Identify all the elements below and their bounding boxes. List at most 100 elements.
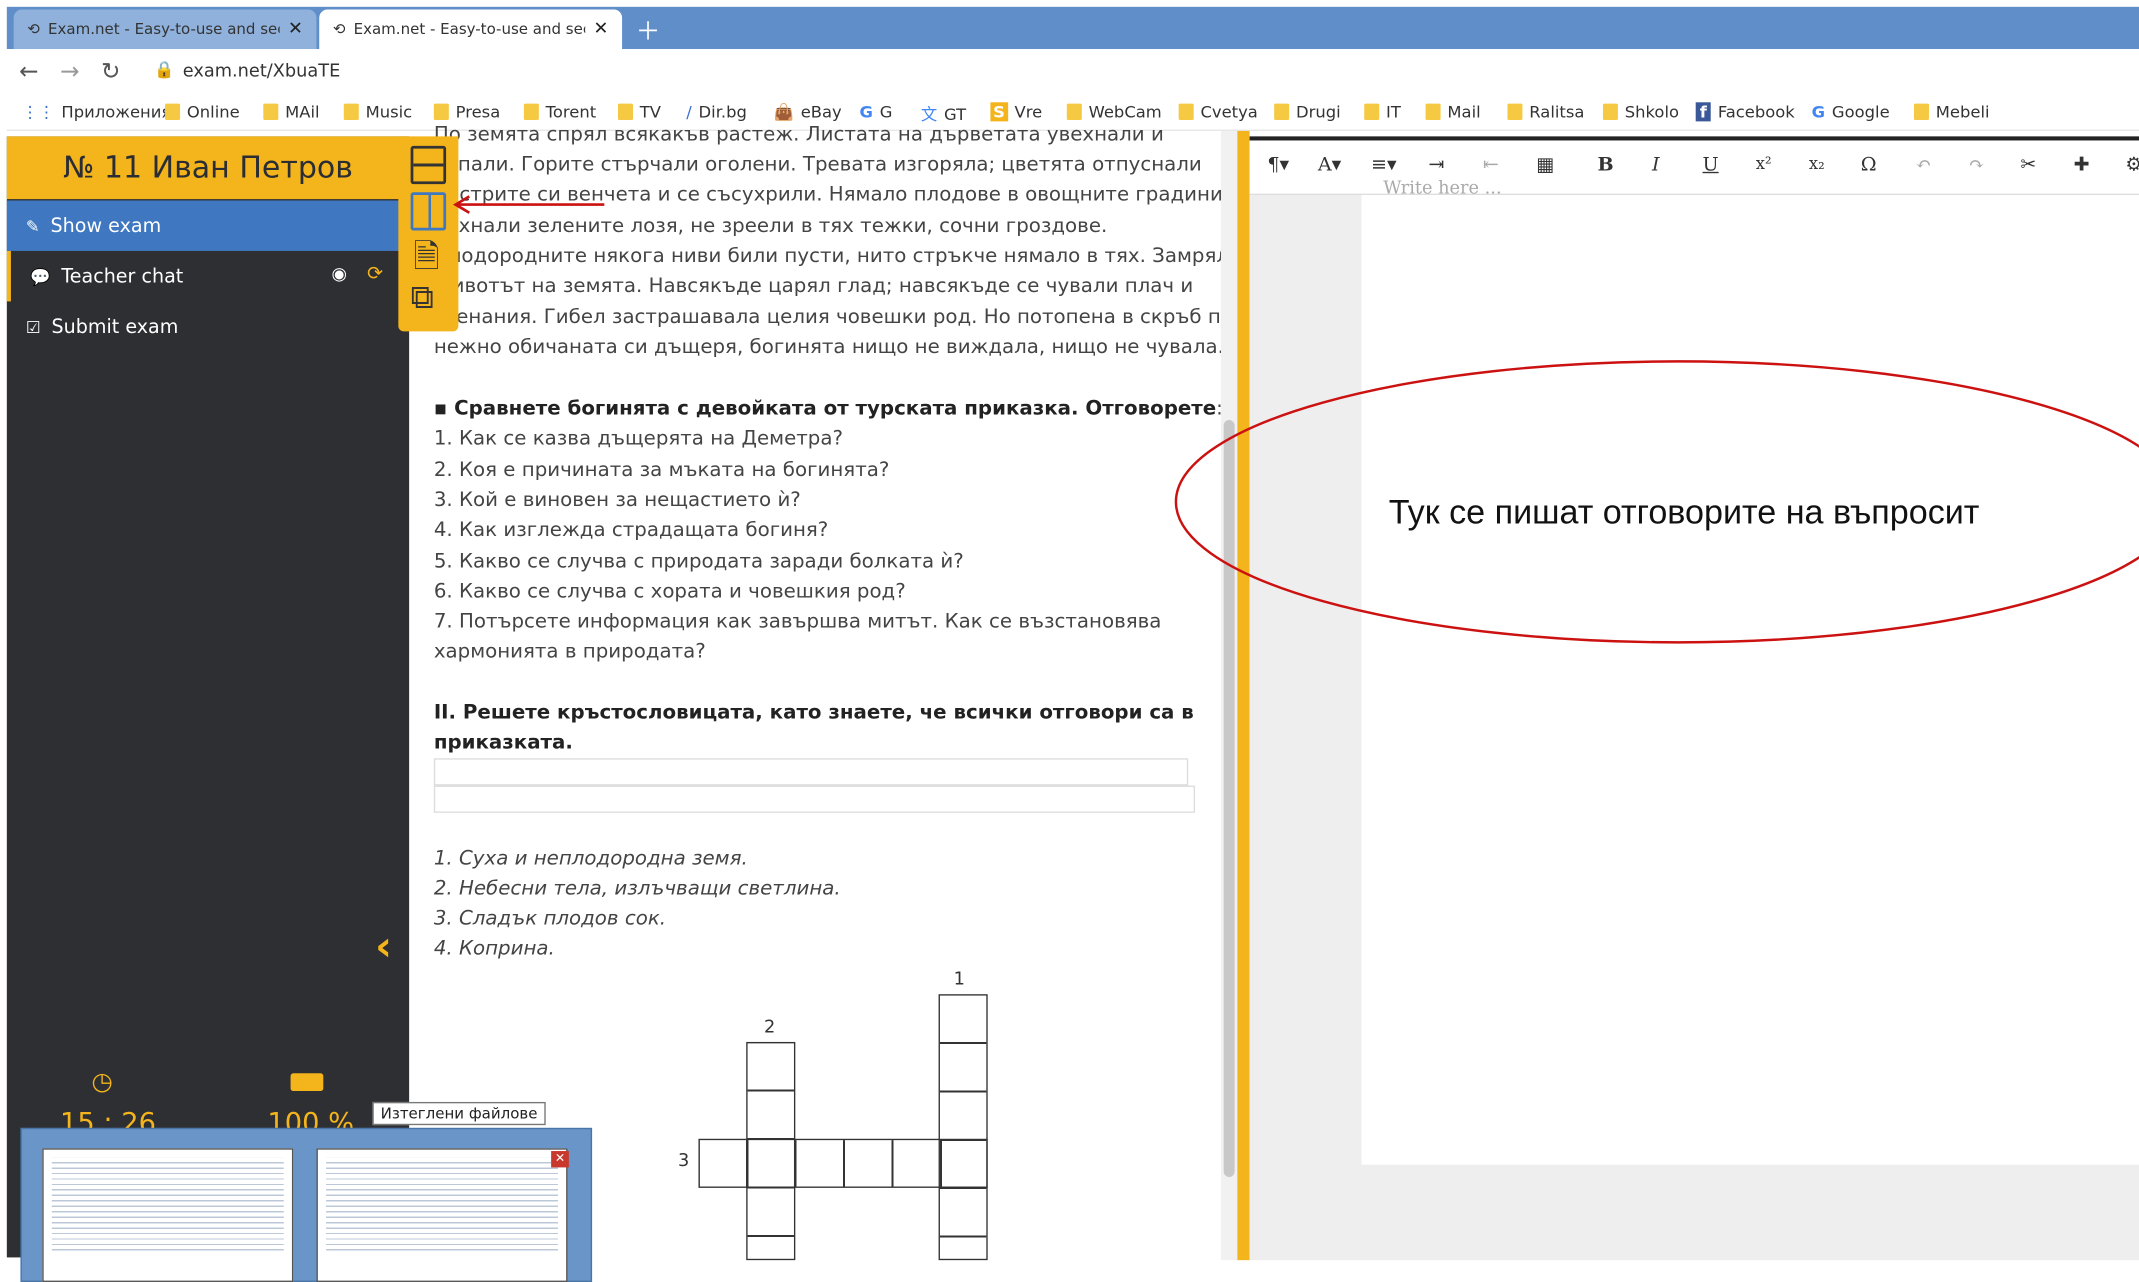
tab-1[interactable]: ⟲ Exam.net - Easy-to-use and secure ✕ [13, 9, 317, 50]
bookmark-item[interactable]: Drugi [1274, 102, 1341, 121]
align-icon[interactable]: ≡▾ [1371, 154, 1397, 176]
checkbox-icon: ☑ [25, 317, 41, 337]
puzzle-icon[interactable]: ✚ [2074, 154, 2090, 176]
question: 6. Какво се случва с хората и човешкия р… [433, 580, 906, 603]
reload-icon[interactable]: ↻ [101, 59, 120, 86]
undo-icon[interactable]: ↶ [1915, 154, 1931, 176]
bag-icon: 👜 [773, 102, 794, 122]
lock-icon: 🔒 [154, 60, 175, 80]
italic-icon[interactable]: I [1652, 154, 1660, 176]
copy-icon[interactable]: ⧉ [411, 278, 434, 316]
clue: 3. Сладък плодов сок. [433, 908, 667, 931]
crossword-label: 3 [678, 1151, 690, 1172]
folder-icon [1602, 103, 1618, 121]
teacher-chat-button[interactable]: 💬 Teacher chat [6, 250, 409, 302]
bookmark-item[interactable]: IT [1364, 102, 1401, 121]
folder-icon [1178, 103, 1194, 121]
bookmark-item[interactable]: Shkolo [1602, 102, 1679, 121]
clue: 1. Суха и неплодородна земя. [433, 848, 748, 871]
folder-icon [523, 103, 539, 121]
scissors-icon[interactable]: ✂ [2020, 154, 2036, 176]
bookmark-item[interactable]: G Google [1812, 102, 1890, 121]
folder-icon [1425, 103, 1441, 121]
folder-icon [433, 103, 449, 121]
apps-icon: ⋮⋮ [21, 102, 55, 122]
bookmark-item[interactable]: Mebeli [1913, 102, 1990, 121]
bold-icon[interactable]: B [1597, 154, 1613, 176]
clock-icon: ◷ [91, 1067, 113, 1097]
paragraph-format-icon[interactable]: ¶▾ [1267, 154, 1289, 176]
url-field[interactable]: exam.net/XbuaTE [183, 61, 341, 81]
close-icon[interactable]: ✕ [594, 19, 609, 39]
paragraph-line: По земята спрял всякакъв растеж. Листата… [433, 124, 1164, 146]
close-icon[interactable]: ✕ [551, 1151, 569, 1168]
font-size-icon[interactable]: A▾ [1318, 154, 1341, 176]
question: 7. Потърсете информация как завършва мит… [433, 610, 1162, 633]
paragraph-line: Плодородните някога ниви били пусти, нит… [433, 245, 1230, 268]
superscript-icon[interactable]: x² [1756, 154, 1772, 173]
outdent-icon[interactable]: ⇤ [1483, 154, 1499, 176]
task-1-heading: ▪ Сравнете богинята с девойката от турск… [433, 398, 1223, 421]
bookmark-item[interactable]: f Facebook [1695, 102, 1795, 122]
back-icon[interactable]: ← [19, 59, 38, 86]
split-vertical-icon[interactable] [410, 192, 447, 231]
bookmark-item[interactable]: 👜 eBay [774, 102, 842, 121]
underline-icon[interactable]: U [1703, 154, 1719, 176]
target-icon[interactable]: ◉ [332, 265, 347, 285]
question: 3. Кой е виновен за нещастието ѝ? [433, 489, 801, 512]
bookmark-item[interactable]: GG [859, 102, 892, 121]
bookmark-item[interactable]: Cvetya [1178, 102, 1258, 121]
bookmark-item[interactable]: Mail [1425, 102, 1481, 121]
folder-icon [1507, 103, 1523, 121]
paragraph-line: стенания. Гибел застрашавала целия човеш… [433, 306, 1233, 329]
redo-icon[interactable]: ↷ [1969, 154, 1985, 176]
dir-icon: / [686, 102, 692, 122]
student-name: № 11 Иван Петров [6, 136, 410, 200]
google-icon: G [859, 102, 873, 122]
tab-title: Exam.net - Easy-to-use and secure [48, 20, 280, 39]
bookmark-item[interactable]: WebCam [1066, 102, 1162, 121]
more-icon[interactable]: ⚙ [2125, 154, 2139, 176]
refresh-icon[interactable]: ⟳ [367, 263, 383, 285]
tab-title: Exam.net - Easy-to-use and secure [353, 20, 586, 39]
empty-table-row [433, 758, 1189, 786]
new-tab-icon[interactable]: ＋ [636, 12, 661, 47]
submit-exam-button[interactable]: ☑ Submit exam [7, 301, 409, 351]
indent-icon[interactable]: ⇥ [1428, 154, 1444, 176]
folder-icon [343, 103, 359, 121]
bookmark-item[interactable]: S Vre [990, 102, 1042, 122]
folder-icon [617, 103, 633, 121]
task-2-heading: II. Решете кръстословицата, като знаете,… [433, 702, 1194, 725]
subscript-icon[interactable]: x₂ [1809, 154, 1825, 173]
split-horizontal-icon[interactable] [410, 145, 447, 185]
bookmark-item[interactable]: Ralitsa [1507, 102, 1584, 121]
crossword-label: 1 [953, 969, 965, 991]
chat-icon: 💬 [30, 266, 51, 286]
bookmark-item[interactable]: Torent [523, 102, 596, 121]
facebook-icon: f [1695, 102, 1712, 122]
question: 5. Какво се случва с природата заради бо… [433, 550, 964, 573]
bookmark-item[interactable]: MAil [263, 102, 320, 121]
bookmark-item[interactable]: TV [617, 102, 661, 121]
bookmark-item[interactable]: Music [343, 102, 412, 121]
paragraph-line: нежно обичаната си дъщеря, богинята нищо… [433, 336, 1224, 359]
forward-icon[interactable]: → [60, 59, 79, 86]
show-exam-button[interactable]: ✎ Show exam [6, 200, 410, 251]
editor-page[interactable] [1361, 195, 2139, 1165]
window-thumbnail[interactable] [316, 1148, 568, 1282]
bookmark-item[interactable]: Online [165, 102, 240, 121]
pane-divider[interactable] [1237, 130, 1250, 1261]
folder-icon [1913, 103, 1929, 121]
editor-placeholder: Write here ... [1383, 178, 1502, 200]
bookmark-item[interactable]: Presa [433, 102, 500, 121]
close-icon[interactable]: ✕ [288, 19, 303, 39]
paragraph-line: животът на земята. Навсякъде царял глад;… [433, 275, 1194, 298]
window-thumbnail[interactable] [42, 1148, 294, 1282]
tab-2[interactable]: ⟲ Exam.net - Easy-to-use and secure ✕ [319, 9, 623, 50]
collapse-chevron-icon[interactable]: ‹ [375, 923, 392, 971]
crossword-column-1 [938, 994, 988, 1261]
bookmark-item[interactable]: / Dir.bg [686, 102, 747, 121]
omega-icon[interactable]: Ω [1861, 154, 1877, 176]
table-icon[interactable]: ▦ [1536, 154, 1554, 176]
bookmark-apps[interactable]: ⋮⋮ Приложения [22, 102, 171, 121]
